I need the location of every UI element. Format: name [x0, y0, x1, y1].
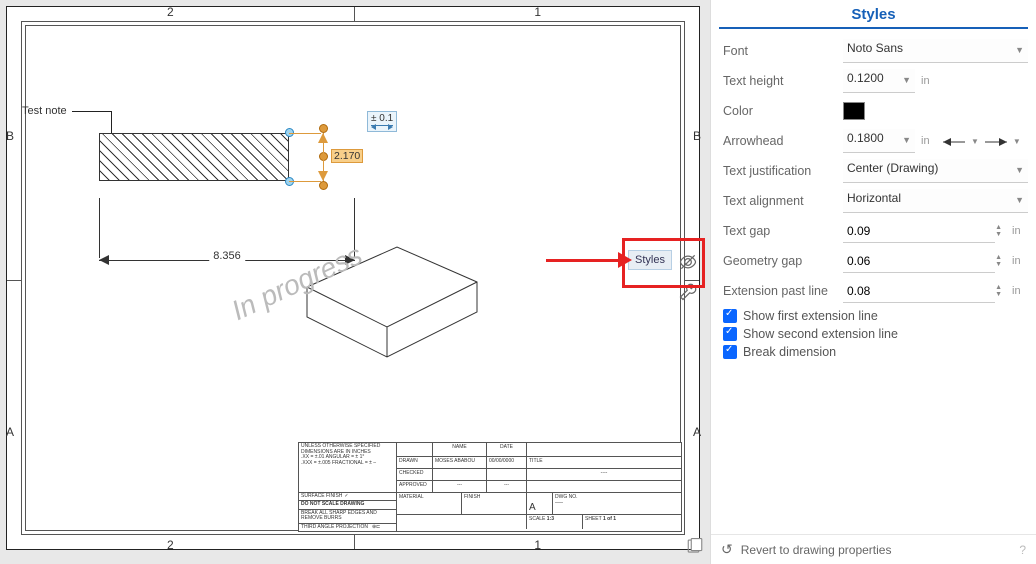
revert-icon[interactable]: ↺ [721, 541, 733, 558]
note-text[interactable]: Test note [22, 105, 67, 117]
break-dimension-checkbox[interactable] [723, 345, 737, 359]
grid-col-1-bottom: 1 [534, 538, 541, 552]
show-first-extension-checkbox[interactable] [723, 309, 737, 323]
text-alignment-select[interactable]: Horizontal [843, 189, 1028, 213]
font-label: Font [723, 44, 843, 58]
geometry-gap-label: Geometry gap [723, 254, 843, 268]
panel-title: Styles [719, 0, 1028, 29]
grid-row-b-right: B [693, 129, 701, 143]
extension-past-line-label: Extension past line [723, 284, 843, 298]
color-label: Color [723, 104, 843, 118]
help-icon[interactable]: ? [1019, 543, 1026, 557]
grid-col-1-top: 1 [534, 5, 541, 19]
text-height-label: Text height [723, 74, 843, 88]
font-select[interactable]: Noto Sans [843, 39, 1028, 63]
text-alignment-label: Text alignment [723, 194, 843, 208]
sheet-list-icon[interactable] [686, 537, 704, 558]
drawing-sheet: 2 1 2 1 B A B A Test note [6, 6, 700, 550]
dimension-handle[interactable] [319, 181, 328, 190]
text-height-select[interactable]: 0.1200 [843, 69, 915, 93]
geometry-gap-input[interactable] [843, 249, 995, 273]
grid-row-b-left: B [6, 129, 14, 143]
visibility-icon[interactable] [676, 250, 700, 274]
section-view[interactable] [99, 133, 289, 181]
note-leader [72, 111, 112, 112]
callout-arrow [546, 259, 622, 262]
note-leader [111, 111, 112, 133]
color-swatch[interactable] [843, 102, 865, 120]
grid-tick [354, 535, 355, 549]
spinner-icon[interactable]: ▲▼ [995, 279, 1006, 303]
title-block[interactable]: UNLESS OTHERWISE SPECIFIED DIMENSIONS AR… [298, 442, 682, 532]
grid-row-a-left: A [6, 425, 14, 439]
text-gap-input[interactable] [843, 219, 995, 243]
text-justification-select[interactable]: Center (Drawing) [843, 159, 1028, 183]
show-second-extension-checkbox[interactable] [723, 327, 737, 341]
tolerance-badge[interactable]: ± 0.1 [367, 111, 397, 132]
grid-col-2-top: 2 [167, 5, 174, 19]
grid-tick [7, 280, 21, 281]
extension-past-line-input[interactable] [843, 279, 995, 303]
spinner-icon[interactable]: ▲▼ [995, 219, 1006, 243]
styles-panel: Styles Font Noto Sans Text height 0.1200… [710, 0, 1036, 564]
grid-tick [354, 7, 355, 21]
dimension-handle[interactable] [319, 124, 328, 133]
arrowhead-size-select[interactable]: 0.1800 [843, 129, 915, 153]
grid-col-2-bottom: 2 [167, 538, 174, 552]
revert-button[interactable]: Revert to drawing properties [741, 543, 892, 557]
dimension-value: 2.170 [331, 149, 363, 163]
dimension-value: 8.356 [209, 250, 245, 262]
spinner-icon[interactable]: ▲▼ [995, 249, 1006, 273]
grid-row-a-right: A [693, 425, 701, 439]
arrowhead-label: Arrowhead [723, 134, 843, 148]
text-gap-label: Text gap [723, 224, 843, 238]
drawing-canvas[interactable]: 2 1 2 1 B A B A Test note [0, 0, 710, 564]
arrowhead-end-style[interactable] [985, 136, 1007, 146]
text-justification-label: Text justification [723, 164, 843, 178]
styles-button[interactable]: Styles [628, 250, 672, 270]
isometric-view[interactable] [287, 227, 487, 377]
tools-icon[interactable] [676, 280, 700, 304]
arrowhead-start-style[interactable] [943, 136, 965, 146]
